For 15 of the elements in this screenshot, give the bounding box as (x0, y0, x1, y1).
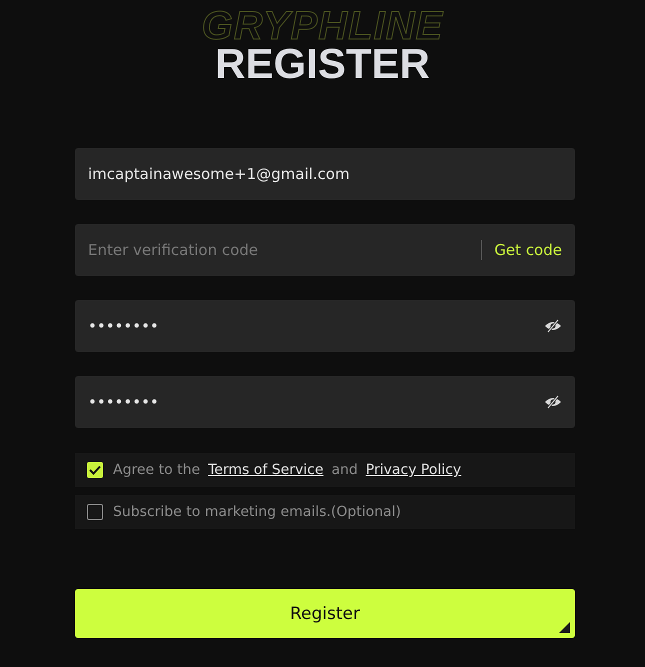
password-field[interactable]: •••••••• (75, 300, 575, 352)
email-field[interactable]: imcaptainawesome+1@gmail.com (75, 148, 575, 200)
subscribe-label: Subscribe to marketing emails.(Optional) (113, 504, 401, 520)
verification-code-field[interactable]: Enter verification code Get code (75, 224, 575, 276)
checked-checkbox[interactable] (87, 462, 103, 478)
eye-slash-icon[interactable] (544, 395, 562, 409)
and-label: and (331, 462, 358, 478)
privacy-link[interactable]: Privacy Policy (366, 462, 462, 478)
checkbox[interactable] (87, 504, 103, 520)
terms-link[interactable]: Terms of Service (208, 462, 324, 478)
register-button[interactable]: Register (75, 589, 575, 638)
agree-label: Agree to the (113, 462, 200, 478)
eye-slash-icon[interactable] (544, 319, 562, 333)
get-code-link[interactable]: Get code (494, 241, 562, 259)
password-field[interactable]: •••••••• (75, 376, 575, 428)
